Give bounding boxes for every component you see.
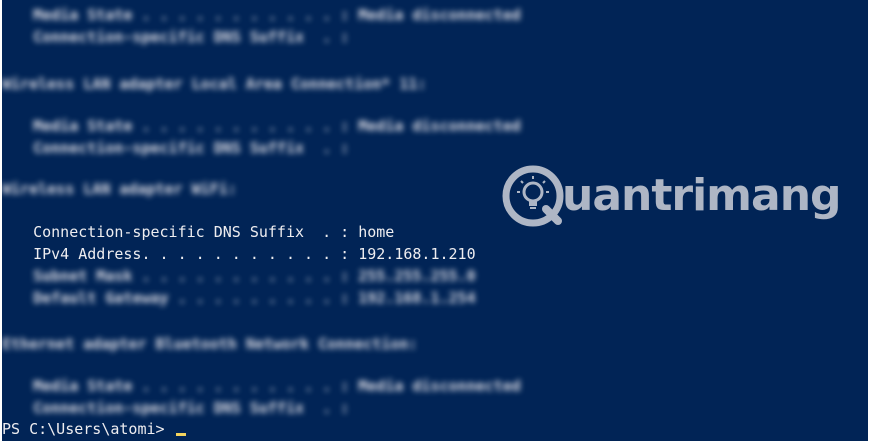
output-line-adapter-header-wifi: Wireless LAN adapter WiFi: xyxy=(2,180,237,198)
output-line-adapter-header-bluetooth: Ethernet adapter Bluetooth Network Conne… xyxy=(2,335,418,353)
watermark-text: uantrimang xyxy=(562,170,842,221)
output-line-dns-suffix-wifi: Connection-specific DNS Suffix . : home xyxy=(6,223,395,241)
output-line-media-state-1: Media State . . . . . . . . . . . : Medi… xyxy=(6,6,521,24)
output-line-dns-suffix-1: Connection-specific DNS Suffix . : xyxy=(6,28,350,46)
lightbulb-q-icon xyxy=(502,165,564,227)
powershell-console[interactable]: Media State . . . . . . . . . . . : Medi… xyxy=(2,0,868,441)
output-line-media-state-3: Media State . . . . . . . . . . . : Medi… xyxy=(6,377,521,395)
output-line-ipv4-address: IPv4 Address. . . . . . . . . . . : 192.… xyxy=(6,245,476,263)
output-line-dns-suffix-3: Connection-specific DNS Suffix . : xyxy=(6,399,350,417)
output-line-adapter-header-local-area: Wireless LAN adapter Local Area Connecti… xyxy=(2,75,427,93)
output-line-dns-suffix-2: Connection-specific DNS Suffix . : xyxy=(6,139,350,157)
watermark-logo: uantrimang xyxy=(502,160,842,232)
output-line-media-state-2: Media State . . . . . . . . . . . : Medi… xyxy=(6,117,521,135)
text-cursor xyxy=(175,433,186,436)
output-line-subnet-mask: Subnet Mask . . . . . . . . . . . : 255.… xyxy=(6,267,476,285)
output-line-default-gateway: Default Gateway . . . . . . . . . : 192.… xyxy=(6,289,476,307)
prompt-text: PS C:\Users\atomi> xyxy=(2,420,174,438)
command-prompt[interactable]: PS C:\Users\atomi> xyxy=(2,420,186,438)
